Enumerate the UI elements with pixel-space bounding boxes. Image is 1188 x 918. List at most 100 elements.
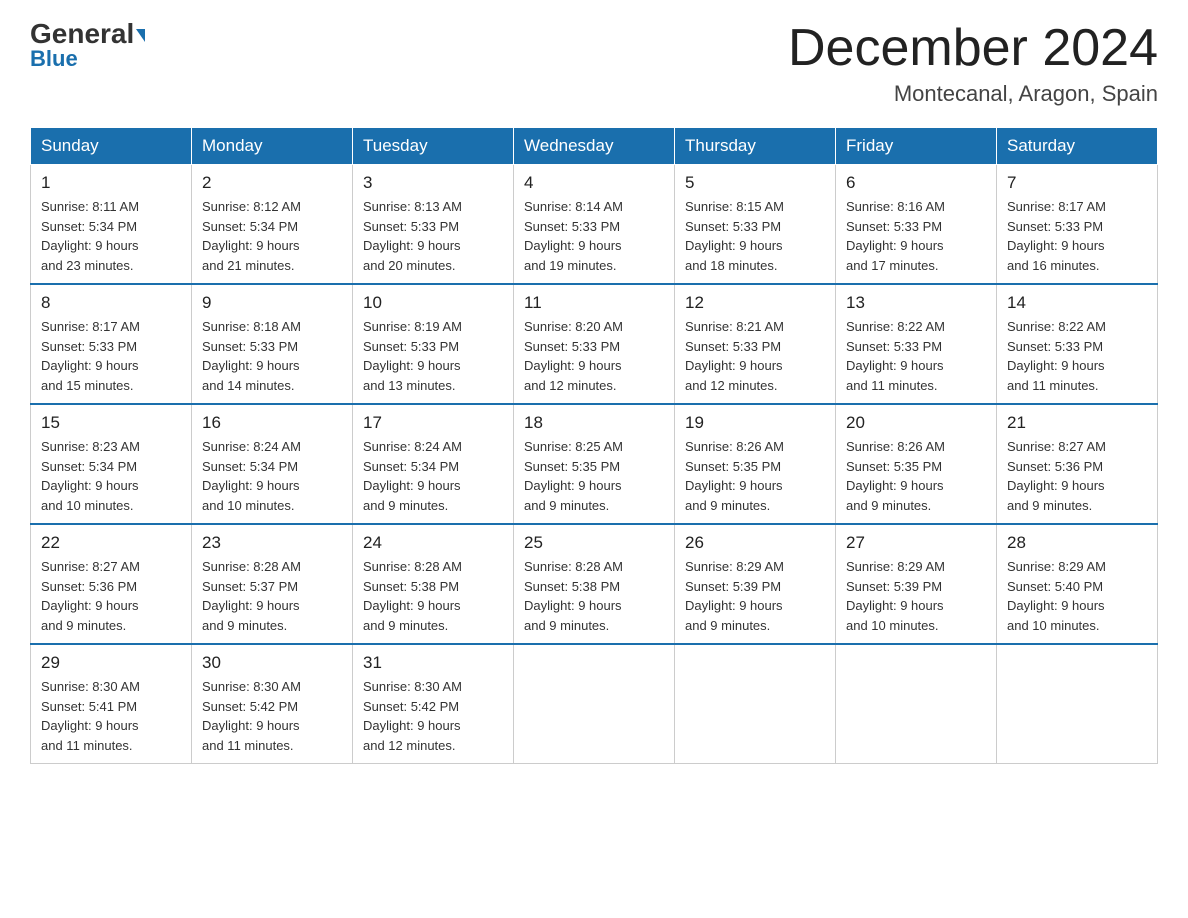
day-number: 21 bbox=[1007, 413, 1147, 433]
calendar-cell: 12 Sunrise: 8:21 AM Sunset: 5:33 PM Dayl… bbox=[675, 284, 836, 404]
location: Montecanal, Aragon, Spain bbox=[788, 81, 1158, 107]
sun-info: Sunrise: 8:21 AM Sunset: 5:33 PM Dayligh… bbox=[685, 317, 825, 395]
logo: General Blue bbox=[30, 20, 145, 72]
sun-info: Sunrise: 8:29 AM Sunset: 5:39 PM Dayligh… bbox=[685, 557, 825, 635]
sun-info: Sunrise: 8:20 AM Sunset: 5:33 PM Dayligh… bbox=[524, 317, 664, 395]
sun-info: Sunrise: 8:27 AM Sunset: 5:36 PM Dayligh… bbox=[1007, 437, 1147, 515]
calendar-week-row: 8 Sunrise: 8:17 AM Sunset: 5:33 PM Dayli… bbox=[31, 284, 1158, 404]
calendar-cell: 29 Sunrise: 8:30 AM Sunset: 5:41 PM Dayl… bbox=[31, 644, 192, 764]
sun-info: Sunrise: 8:30 AM Sunset: 5:42 PM Dayligh… bbox=[202, 677, 342, 755]
day-number: 16 bbox=[202, 413, 342, 433]
sun-info: Sunrise: 8:29 AM Sunset: 5:40 PM Dayligh… bbox=[1007, 557, 1147, 635]
sun-info: Sunrise: 8:25 AM Sunset: 5:35 PM Dayligh… bbox=[524, 437, 664, 515]
sun-info: Sunrise: 8:28 AM Sunset: 5:37 PM Dayligh… bbox=[202, 557, 342, 635]
sun-info: Sunrise: 8:26 AM Sunset: 5:35 PM Dayligh… bbox=[846, 437, 986, 515]
calendar-cell: 9 Sunrise: 8:18 AM Sunset: 5:33 PM Dayli… bbox=[192, 284, 353, 404]
day-number: 15 bbox=[41, 413, 181, 433]
title-block: December 2024 Montecanal, Aragon, Spain bbox=[788, 20, 1158, 107]
calendar-cell: 7 Sunrise: 8:17 AM Sunset: 5:33 PM Dayli… bbox=[997, 165, 1158, 285]
day-number: 9 bbox=[202, 293, 342, 313]
calendar-cell: 13 Sunrise: 8:22 AM Sunset: 5:33 PM Dayl… bbox=[836, 284, 997, 404]
sun-info: Sunrise: 8:30 AM Sunset: 5:42 PM Dayligh… bbox=[363, 677, 503, 755]
day-number: 19 bbox=[685, 413, 825, 433]
calendar-table: Sunday Monday Tuesday Wednesday Thursday… bbox=[30, 127, 1158, 764]
day-number: 6 bbox=[846, 173, 986, 193]
sun-info: Sunrise: 8:14 AM Sunset: 5:33 PM Dayligh… bbox=[524, 197, 664, 275]
calendar-cell: 28 Sunrise: 8:29 AM Sunset: 5:40 PM Dayl… bbox=[997, 524, 1158, 644]
calendar-cell: 21 Sunrise: 8:27 AM Sunset: 5:36 PM Dayl… bbox=[997, 404, 1158, 524]
sun-info: Sunrise: 8:15 AM Sunset: 5:33 PM Dayligh… bbox=[685, 197, 825, 275]
day-number: 14 bbox=[1007, 293, 1147, 313]
calendar-cell: 4 Sunrise: 8:14 AM Sunset: 5:33 PM Dayli… bbox=[514, 165, 675, 285]
day-number: 31 bbox=[363, 653, 503, 673]
day-number: 17 bbox=[363, 413, 503, 433]
calendar-cell: 3 Sunrise: 8:13 AM Sunset: 5:33 PM Dayli… bbox=[353, 165, 514, 285]
calendar-week-row: 29 Sunrise: 8:30 AM Sunset: 5:41 PM Dayl… bbox=[31, 644, 1158, 764]
calendar-cell: 15 Sunrise: 8:23 AM Sunset: 5:34 PM Dayl… bbox=[31, 404, 192, 524]
sun-info: Sunrise: 8:22 AM Sunset: 5:33 PM Dayligh… bbox=[1007, 317, 1147, 395]
calendar-cell bbox=[997, 644, 1158, 764]
day-number: 18 bbox=[524, 413, 664, 433]
sun-info: Sunrise: 8:23 AM Sunset: 5:34 PM Dayligh… bbox=[41, 437, 181, 515]
sun-info: Sunrise: 8:17 AM Sunset: 5:33 PM Dayligh… bbox=[1007, 197, 1147, 275]
col-thursday: Thursday bbox=[675, 128, 836, 165]
col-saturday: Saturday bbox=[997, 128, 1158, 165]
day-number: 22 bbox=[41, 533, 181, 553]
day-number: 10 bbox=[363, 293, 503, 313]
calendar-cell: 5 Sunrise: 8:15 AM Sunset: 5:33 PM Dayli… bbox=[675, 165, 836, 285]
calendar-cell: 19 Sunrise: 8:26 AM Sunset: 5:35 PM Dayl… bbox=[675, 404, 836, 524]
sun-info: Sunrise: 8:30 AM Sunset: 5:41 PM Dayligh… bbox=[41, 677, 181, 755]
col-tuesday: Tuesday bbox=[353, 128, 514, 165]
col-wednesday: Wednesday bbox=[514, 128, 675, 165]
sun-info: Sunrise: 8:11 AM Sunset: 5:34 PM Dayligh… bbox=[41, 197, 181, 275]
month-title: December 2024 bbox=[788, 20, 1158, 77]
day-number: 5 bbox=[685, 173, 825, 193]
calendar-cell: 14 Sunrise: 8:22 AM Sunset: 5:33 PM Dayl… bbox=[997, 284, 1158, 404]
calendar-week-row: 22 Sunrise: 8:27 AM Sunset: 5:36 PM Dayl… bbox=[31, 524, 1158, 644]
calendar-cell: 23 Sunrise: 8:28 AM Sunset: 5:37 PM Dayl… bbox=[192, 524, 353, 644]
day-number: 24 bbox=[363, 533, 503, 553]
calendar-cell: 6 Sunrise: 8:16 AM Sunset: 5:33 PM Dayli… bbox=[836, 165, 997, 285]
sun-info: Sunrise: 8:13 AM Sunset: 5:33 PM Dayligh… bbox=[363, 197, 503, 275]
calendar-header-row: Sunday Monday Tuesday Wednesday Thursday… bbox=[31, 128, 1158, 165]
day-number: 25 bbox=[524, 533, 664, 553]
calendar-cell: 8 Sunrise: 8:17 AM Sunset: 5:33 PM Dayli… bbox=[31, 284, 192, 404]
day-number: 30 bbox=[202, 653, 342, 673]
day-number: 23 bbox=[202, 533, 342, 553]
day-number: 13 bbox=[846, 293, 986, 313]
sun-info: Sunrise: 8:28 AM Sunset: 5:38 PM Dayligh… bbox=[363, 557, 503, 635]
day-number: 27 bbox=[846, 533, 986, 553]
calendar-cell bbox=[836, 644, 997, 764]
calendar-cell: 17 Sunrise: 8:24 AM Sunset: 5:34 PM Dayl… bbox=[353, 404, 514, 524]
day-number: 7 bbox=[1007, 173, 1147, 193]
page-header: General Blue December 2024 Montecanal, A… bbox=[30, 20, 1158, 107]
sun-info: Sunrise: 8:28 AM Sunset: 5:38 PM Dayligh… bbox=[524, 557, 664, 635]
day-number: 4 bbox=[524, 173, 664, 193]
day-number: 2 bbox=[202, 173, 342, 193]
calendar-cell bbox=[675, 644, 836, 764]
logo-blue: Blue bbox=[30, 46, 78, 72]
day-number: 8 bbox=[41, 293, 181, 313]
sun-info: Sunrise: 8:27 AM Sunset: 5:36 PM Dayligh… bbox=[41, 557, 181, 635]
col-friday: Friday bbox=[836, 128, 997, 165]
sun-info: Sunrise: 8:24 AM Sunset: 5:34 PM Dayligh… bbox=[363, 437, 503, 515]
sun-info: Sunrise: 8:19 AM Sunset: 5:33 PM Dayligh… bbox=[363, 317, 503, 395]
day-number: 12 bbox=[685, 293, 825, 313]
sun-info: Sunrise: 8:22 AM Sunset: 5:33 PM Dayligh… bbox=[846, 317, 986, 395]
day-number: 26 bbox=[685, 533, 825, 553]
calendar-cell: 30 Sunrise: 8:30 AM Sunset: 5:42 PM Dayl… bbox=[192, 644, 353, 764]
sun-info: Sunrise: 8:24 AM Sunset: 5:34 PM Dayligh… bbox=[202, 437, 342, 515]
calendar-cell: 22 Sunrise: 8:27 AM Sunset: 5:36 PM Dayl… bbox=[31, 524, 192, 644]
sun-info: Sunrise: 8:18 AM Sunset: 5:33 PM Dayligh… bbox=[202, 317, 342, 395]
sun-info: Sunrise: 8:17 AM Sunset: 5:33 PM Dayligh… bbox=[41, 317, 181, 395]
col-monday: Monday bbox=[192, 128, 353, 165]
calendar-cell: 31 Sunrise: 8:30 AM Sunset: 5:42 PM Dayl… bbox=[353, 644, 514, 764]
sun-info: Sunrise: 8:26 AM Sunset: 5:35 PM Dayligh… bbox=[685, 437, 825, 515]
calendar-cell: 11 Sunrise: 8:20 AM Sunset: 5:33 PM Dayl… bbox=[514, 284, 675, 404]
sun-info: Sunrise: 8:16 AM Sunset: 5:33 PM Dayligh… bbox=[846, 197, 986, 275]
day-number: 11 bbox=[524, 293, 664, 313]
calendar-cell bbox=[514, 644, 675, 764]
calendar-cell: 26 Sunrise: 8:29 AM Sunset: 5:39 PM Dayl… bbox=[675, 524, 836, 644]
day-number: 1 bbox=[41, 173, 181, 193]
day-number: 28 bbox=[1007, 533, 1147, 553]
